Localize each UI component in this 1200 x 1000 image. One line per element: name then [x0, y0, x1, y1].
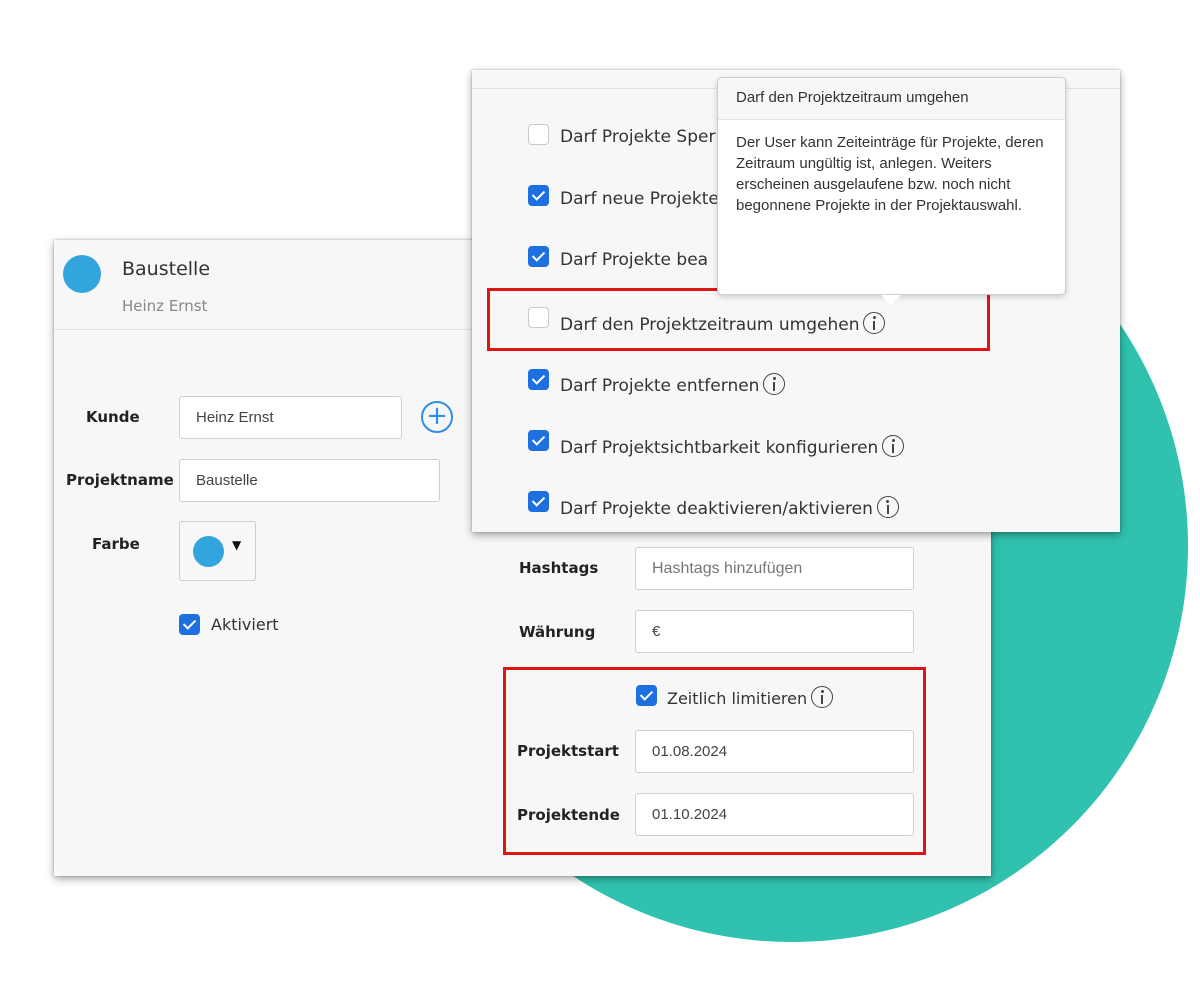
- active-label: Aktiviert: [211, 615, 279, 634]
- color-picker[interactable]: ▼: [179, 521, 256, 581]
- permission-label-edit: Darf Projekte bea: [560, 250, 709, 270]
- permission-label-delete: Darf Projekte entfernen: [560, 373, 786, 396]
- permission-text-delete: Darf Projekte entfernen: [560, 376, 760, 396]
- add-customer-button[interactable]: +: [421, 401, 453, 433]
- plus-icon: +: [426, 401, 448, 431]
- customer-field[interactable]: Heinz Ernst: [179, 396, 402, 439]
- permission-tooltip: Darf den Projektzeitraum umgehen Der Use…: [717, 77, 1066, 305]
- permission-label-visibility: Darf Projektsichtbarkeit konfigurieren: [560, 435, 905, 458]
- permission-checkbox-deactivate[interactable]: [528, 491, 549, 512]
- hashtags-label: Hashtags: [519, 559, 599, 577]
- caret-down-icon: ▼: [232, 538, 242, 552]
- info-icon[interactable]: [876, 496, 899, 518]
- permission-checkbox-edit[interactable]: [528, 246, 549, 267]
- hashtags-input[interactable]: Hashtags hinzufügen: [635, 547, 914, 590]
- permission-text-visibility: Darf Projektsichtbarkeit konfigurieren: [560, 438, 879, 458]
- info-icon[interactable]: [882, 435, 905, 457]
- color-swatch: [193, 536, 224, 567]
- permission-label-deactivate: Darf Projekte deaktivieren/aktivieren: [560, 496, 899, 519]
- permission-checkbox-create[interactable]: [528, 185, 549, 206]
- bypass-permission-highlight: [487, 288, 990, 351]
- tooltip-title: Darf den Projektzeitraum umgehen: [718, 78, 1065, 120]
- project-color-dot: [63, 255, 101, 293]
- permission-checkbox-lock[interactable]: [528, 124, 549, 145]
- customer-label: Kunde: [86, 408, 140, 426]
- project-name-field[interactable]: Baustelle: [179, 459, 440, 502]
- time-limit-highlight: [503, 667, 926, 855]
- currency-field[interactable]: €: [635, 610, 914, 653]
- currency-label: Währung: [519, 623, 596, 641]
- color-label: Farbe: [92, 535, 140, 553]
- info-icon[interactable]: [763, 373, 786, 395]
- permission-text-deactivate: Darf Projekte deaktivieren/aktivieren: [560, 499, 873, 519]
- permission-checkbox-visibility[interactable]: [528, 430, 549, 451]
- permission-label-create: Darf neue Projekte: [560, 189, 719, 209]
- permission-checkbox-delete[interactable]: [528, 369, 549, 390]
- project-customer-subtitle: Heinz Ernst: [122, 297, 208, 315]
- project-title: Baustelle: [122, 258, 211, 280]
- active-checkbox[interactable]: [179, 614, 200, 635]
- tooltip-body: Der User kann Zeiteinträge für Projekte,…: [736, 134, 1044, 214]
- tooltip-arrow: [881, 295, 901, 305]
- permission-label-lock: Darf Projekte Sper: [560, 127, 716, 147]
- project-name-label: Projektname: [66, 471, 174, 489]
